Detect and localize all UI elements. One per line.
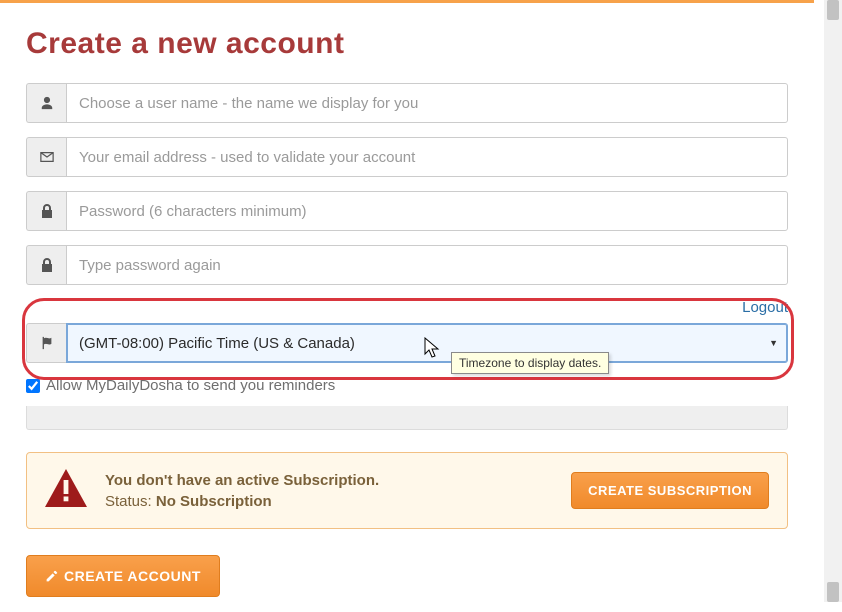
lock-icon xyxy=(26,191,66,231)
alert-line1: You don't have an active Subscription. xyxy=(105,470,553,491)
user-icon xyxy=(26,83,66,123)
email-input[interactable] xyxy=(66,137,788,177)
password-group xyxy=(26,191,788,231)
lock-icon xyxy=(26,245,66,285)
create-account-button[interactable]: CREATE ACCOUNT xyxy=(26,555,220,597)
timezone-select[interactable]: (GMT-08:00) Pacific Time (US & Canada) xyxy=(66,323,788,363)
create-subscription-button[interactable]: CREATE SUBSCRIPTION xyxy=(571,472,769,509)
envelope-icon xyxy=(26,137,66,177)
logout-link[interactable]: Logout xyxy=(742,299,788,316)
create-account-label: CREATE ACCOUNT xyxy=(64,568,201,584)
password-input[interactable] xyxy=(66,191,788,231)
reminders-checkbox[interactable] xyxy=(26,379,40,393)
pencil-icon xyxy=(45,570,58,583)
form-panel: Create a new account Logout xyxy=(0,0,814,604)
timezone-group: (GMT-08:00) Pacific Time (US & Canada) xyxy=(26,323,788,363)
flag-icon xyxy=(26,323,66,363)
password-confirm-input[interactable] xyxy=(66,245,788,285)
alert-status-label: Status: xyxy=(105,493,156,510)
subscription-alert: You don't have an active Subscription. S… xyxy=(26,452,788,529)
reminders-row[interactable]: Allow MyDailyDosha to send you reminders xyxy=(26,377,788,394)
reminders-label: Allow MyDailyDosha to send you reminders xyxy=(46,377,335,394)
warning-icon xyxy=(45,469,87,512)
email-group xyxy=(26,137,788,177)
password-confirm-group xyxy=(26,245,788,285)
alert-status-value: No Subscription xyxy=(156,493,272,510)
section-bottom xyxy=(26,406,788,430)
vertical-scrollbar[interactable] xyxy=(824,0,842,602)
page-title: Create a new account xyxy=(26,27,788,61)
username-group xyxy=(26,83,788,123)
timezone-tooltip: Timezone to display dates. xyxy=(451,352,609,374)
alert-message: You don't have an active Subscription. S… xyxy=(105,470,553,512)
username-input[interactable] xyxy=(66,83,788,123)
